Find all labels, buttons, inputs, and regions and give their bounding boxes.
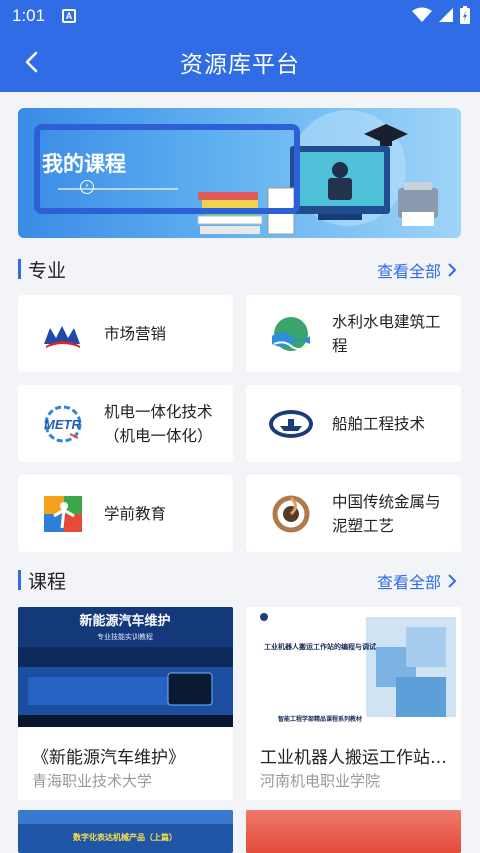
hydraulic-logo-icon [272, 317, 310, 351]
course-school: 青海职业技术大学 [32, 772, 153, 790]
course-title: 工业机器人搬运工作站的编程与调试 [260, 748, 455, 768]
majors-section-header: 专业 查看全部 [18, 255, 461, 285]
major-label: 中国传统金属与泥塑工艺 [332, 492, 441, 535]
marketing-logo-icon [44, 326, 80, 348]
chevron-right-icon [448, 574, 457, 588]
course-school: 河南机电职业学院 [260, 772, 381, 790]
section-marker [18, 259, 21, 279]
major-card-hydraulic[interactable]: 水利水电建筑工程 [246, 295, 461, 372]
craft-logo-icon [272, 495, 310, 533]
thumb-title: 工业机器人搬运工作站的编程与调试 [264, 642, 376, 651]
courses-view-all[interactable]: 查看全部 [377, 569, 457, 593]
majors-title: 专业 [28, 260, 67, 282]
preschool-logo-icon [44, 496, 82, 532]
section-marker [18, 570, 21, 590]
major-label: 学前教育 [104, 504, 167, 523]
my-courses-banner[interactable]: 我的课程 › [18, 108, 461, 238]
course-card[interactable]: 新能源汽车维护 专业技能实训教程 《新能源汽车维护》 青海职业技术大学 [18, 607, 233, 800]
major-card-marketing[interactable]: 市场营销 [18, 295, 233, 372]
major-label: 市场营销 [104, 324, 167, 343]
banner-divider [58, 188, 178, 190]
thumb-title: 数字化表达机械产品（上篇） [73, 832, 177, 842]
major-card-mechatronics[interactable]: METR 机电一体化技术（机电一体化） [18, 385, 233, 462]
view-all-label: 查看全部 [376, 262, 441, 281]
metr-logo-icon: METR [44, 405, 82, 443]
battery-icon [460, 6, 470, 24]
major-label: 机电一体化技术（机电一体化） [104, 402, 213, 445]
courses-title: 课程 [28, 571, 67, 593]
thumb-subtitle: 专业技能实训教程 [97, 632, 153, 641]
major-card-metal-craft[interactable]: 中国传统金属与泥塑工艺 [246, 475, 461, 552]
notification-a-icon: A [62, 9, 76, 23]
courses-section-header: 课程 查看全部 [18, 566, 461, 596]
status-bar: 1:01 A ! [0, 0, 480, 32]
major-label: 水利水电建筑工程 [332, 312, 441, 355]
svg-text:!: ! [442, 10, 444, 19]
arrow-right-circle-icon: › [80, 180, 94, 194]
nav-bar: 资源库平台 [0, 32, 480, 92]
course-card-partial[interactable] [246, 810, 461, 853]
course-thumbnail-partial [246, 810, 461, 853]
signal-icon: ! [439, 8, 453, 22]
course-card-partial[interactable]: 数字化表达机械产品（上篇） [18, 810, 233, 853]
chevron-right-icon [448, 263, 457, 277]
major-card-shipbuilding[interactable]: 船舶工程技术 [246, 385, 461, 462]
ship-logo-icon [269, 410, 313, 438]
course-thumbnail-robot: 工业机器人搬运工作站的编程与调试 智能工程学部精品课程系列教材 [246, 607, 461, 727]
major-label: 船舶工程技术 [332, 414, 426, 433]
thumb-subtitle: 智能工程学部精品课程系列教材 [278, 715, 362, 723]
course-thumbnail-ev: 新能源汽车维护 专业技能实训教程 [18, 607, 233, 727]
top-bar: 1:01 A ! 资源库平台 [0, 0, 480, 92]
course-thumbnail-partial: 数字化表达机械产品（上篇） [18, 810, 233, 853]
wifi-icon [412, 7, 432, 22]
svg-text:METR: METR [44, 417, 81, 432]
view-all-label: 查看全部 [376, 573, 441, 592]
page-title: 资源库平台 [180, 52, 300, 78]
course-card[interactable]: 工业机器人搬运工作站的编程与调试 智能工程学部精品课程系列教材 工业机器人搬运工… [246, 607, 461, 800]
thumb-title: 新能源汽车维护 [79, 613, 170, 629]
system-icons: ! [412, 6, 470, 24]
course-title: 《新能源汽车维护》 [32, 748, 185, 768]
banner-title: 我的课程 [42, 152, 126, 176]
major-card-preschool[interactable]: 学前教育 [18, 475, 233, 552]
status-time: 1:01 [12, 6, 46, 25]
majors-view-all[interactable]: 查看全部 [377, 258, 457, 282]
